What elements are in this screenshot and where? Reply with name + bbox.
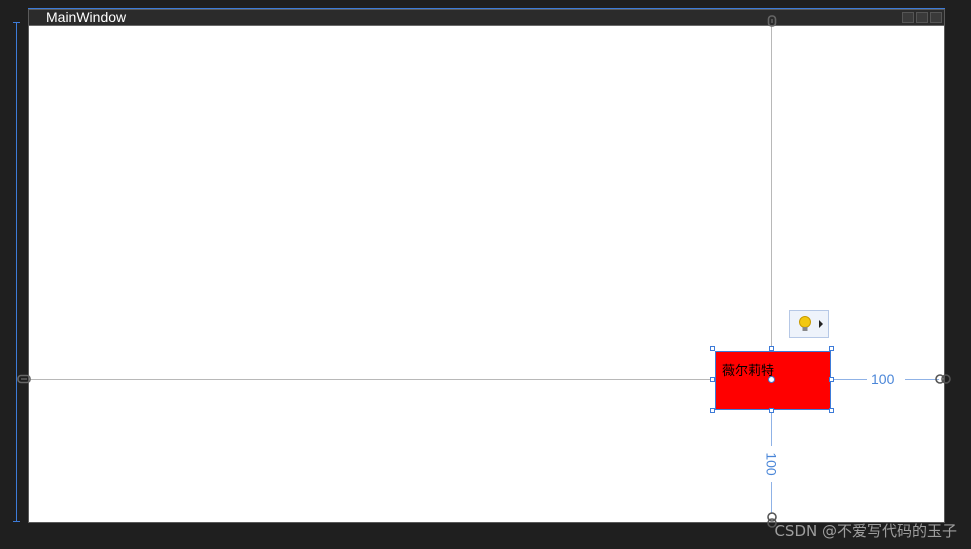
watermark: CSDN @不爱写代码的玉子 — [774, 522, 957, 540]
window-titlebar[interactable]: MainWindow — [29, 9, 944, 26]
minimize-button[interactable] — [902, 12, 914, 23]
resize-handle-top[interactable] — [769, 346, 774, 351]
close-button[interactable] — [930, 12, 942, 23]
left-anchor-icon[interactable] — [17, 374, 31, 384]
element-center-point[interactable] — [768, 376, 775, 383]
left-selection-guide — [16, 22, 17, 522]
right-margin-line-b — [905, 379, 939, 380]
right-anchor-link-icon[interactable] — [935, 373, 951, 384]
top-alignment-line — [771, 26, 772, 351]
lightbulb-icon — [799, 316, 823, 331]
resize-handle-bottom-left[interactable] — [710, 408, 715, 413]
left-alignment-line — [30, 379, 715, 380]
resize-handle-right[interactable] — [829, 377, 834, 382]
quick-actions-button[interactable] — [789, 310, 829, 338]
resize-handle-left[interactable] — [710, 377, 715, 382]
window-controls — [902, 12, 942, 23]
right-margin-label[interactable]: 100 — [871, 371, 895, 387]
main-window[interactable]: MainWindow — [28, 9, 945, 523]
bottom-margin-line-a — [771, 410, 772, 446]
design-canvas[interactable] — [29, 26, 944, 522]
top-anchor-icon[interactable] — [767, 15, 777, 27]
maximize-button[interactable] — [916, 12, 928, 23]
bottom-margin-line-b — [771, 482, 772, 514]
resize-handle-bottom[interactable] — [769, 408, 774, 413]
left-guide-top-tick — [13, 22, 20, 23]
window-title: MainWindow — [46, 9, 127, 25]
resize-handle-top-left[interactable] — [710, 346, 715, 351]
left-guide-bottom-tick — [13, 521, 20, 522]
bottom-margin-label[interactable]: 100 — [763, 452, 780, 476]
resize-handle-bottom-right[interactable] — [829, 408, 834, 413]
right-margin-line-a — [831, 379, 867, 380]
designer-stage: MainWindow 100 100 薇尔莉特 CSDN @不爱写代码的玉子 — [0, 0, 971, 549]
resize-handle-top-right[interactable] — [829, 346, 834, 351]
element-text: 薇尔莉特 — [722, 364, 775, 379]
